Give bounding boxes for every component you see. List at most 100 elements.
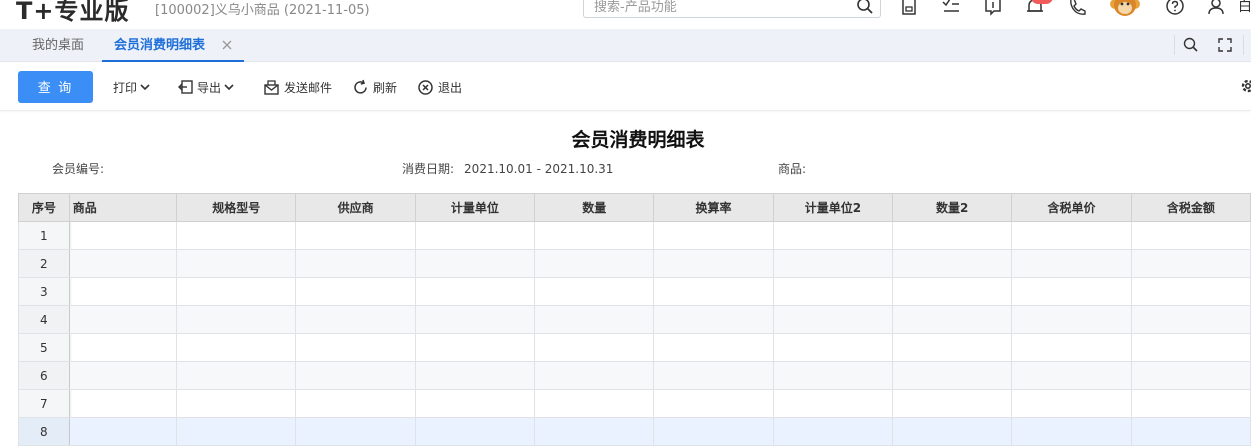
table-cell[interactable] (295, 221, 416, 250)
table-cell[interactable] (176, 361, 297, 390)
table-cell[interactable] (414, 333, 536, 362)
table-cell[interactable] (414, 249, 536, 278)
table-cell[interactable] (892, 249, 1013, 278)
table-cell[interactable] (68, 361, 178, 390)
table-cell[interactable] (653, 389, 774, 418)
table-cell[interactable] (1011, 277, 1132, 306)
column-header-index[interactable]: 序号 (18, 193, 70, 222)
table-cell[interactable] (534, 305, 655, 334)
table-cell[interactable] (892, 361, 1013, 390)
table-cell[interactable] (1130, 305, 1251, 334)
table-cell[interactable] (414, 361, 536, 390)
table-cell[interactable] (176, 305, 297, 334)
table-cell[interactable] (653, 249, 774, 278)
table-cell[interactable] (653, 221, 774, 250)
table-cell[interactable] (653, 333, 774, 362)
table-row[interactable]: 2 (18, 249, 1251, 278)
send-email-button[interactable]: 发送邮件 (263, 77, 332, 97)
table-cell[interactable] (68, 277, 178, 306)
table-cell[interactable] (295, 249, 416, 278)
table-cell[interactable] (1130, 389, 1251, 418)
table-cell[interactable] (414, 277, 536, 306)
table-cell[interactable] (1011, 249, 1132, 278)
table-cell[interactable] (534, 389, 655, 418)
table-cell[interactable] (534, 249, 655, 278)
table-cell[interactable] (1130, 417, 1251, 446)
table-cell[interactable] (295, 277, 416, 306)
export-button[interactable]: 导出 (178, 77, 235, 97)
column-header-goods[interactable]: 商品 (68, 193, 178, 222)
table-cell[interactable] (653, 361, 774, 390)
table-cell[interactable] (176, 221, 297, 250)
table-cell[interactable] (68, 249, 178, 278)
search-input[interactable] (592, 0, 846, 17)
table-row[interactable]: 4 (18, 305, 1251, 334)
table-cell[interactable] (534, 361, 655, 390)
table-cell[interactable] (772, 333, 894, 362)
table-cell[interactable] (414, 389, 536, 418)
table-cell[interactable] (772, 389, 894, 418)
table-cell[interactable] (1011, 221, 1132, 250)
table-cell[interactable] (1130, 333, 1251, 362)
table-cell[interactable] (1011, 417, 1132, 446)
checklist-icon[interactable] (940, 0, 962, 18)
table-cell[interactable] (1130, 277, 1251, 306)
table-cell[interactable] (892, 277, 1013, 306)
table-cell[interactable] (176, 333, 297, 362)
table-cell[interactable] (534, 333, 655, 362)
table-cell[interactable] (68, 417, 178, 446)
column-header-quantity2[interactable]: 数量2 (892, 193, 1013, 222)
save-icon[interactable] (898, 0, 920, 18)
table-cell[interactable] (892, 221, 1013, 250)
message-icon[interactable] (982, 0, 1004, 18)
table-cell[interactable] (176, 389, 297, 418)
table-cell[interactable] (772, 361, 894, 390)
gear-icon[interactable] (1238, 76, 1251, 96)
table-cell[interactable] (176, 417, 297, 446)
table-row[interactable]: 7 (18, 389, 1251, 418)
table-cell[interactable] (772, 249, 894, 278)
column-header-amount[interactable]: 含税金额 (1130, 193, 1251, 222)
table-cell[interactable] (295, 361, 416, 390)
avatar[interactable] (1109, 0, 1141, 20)
table-cell[interactable] (1011, 333, 1132, 362)
exit-button[interactable]: 退出 (417, 77, 462, 97)
table-cell[interactable] (414, 221, 536, 250)
table-cell[interactable] (653, 277, 774, 306)
table-cell[interactable] (772, 221, 894, 250)
table-cell[interactable] (772, 417, 894, 446)
column-header-quantity[interactable]: 数量 (534, 193, 655, 222)
table-row[interactable]: 6 (18, 361, 1251, 390)
table-cell[interactable] (1130, 249, 1251, 278)
table-cell[interactable] (892, 417, 1013, 446)
tab-member-consumption-detail[interactable]: 会员消费明细表 (102, 29, 244, 62)
table-cell[interactable] (295, 417, 416, 446)
table-cell[interactable] (68, 333, 178, 362)
column-header-unit-price[interactable]: 含税单价 (1011, 193, 1132, 222)
table-cell[interactable] (892, 305, 1013, 334)
table-cell[interactable] (414, 305, 536, 334)
table-row[interactable]: 5 (18, 333, 1251, 362)
search-icon[interactable] (1182, 36, 1200, 54)
table-row[interactable]: 1 (18, 221, 1251, 250)
table-cell[interactable] (653, 305, 774, 334)
table-cell[interactable] (68, 221, 178, 250)
user-name-fragment[interactable]: 白 (1238, 0, 1251, 16)
table-cell[interactable] (176, 249, 297, 278)
tab-my-desktop[interactable]: 我的桌面 (32, 29, 84, 61)
table-cell[interactable] (1011, 305, 1132, 334)
query-button[interactable]: 查 询 (18, 71, 93, 103)
table-cell[interactable] (772, 305, 894, 334)
column-header-unit[interactable]: 计量单位 (414, 193, 536, 222)
table-cell[interactable] (534, 221, 655, 250)
table-row[interactable]: 8 (18, 417, 1251, 446)
table-cell[interactable] (1130, 221, 1251, 250)
fullscreen-icon[interactable] (1216, 36, 1234, 54)
user-icon[interactable] (1205, 0, 1227, 18)
table-cell[interactable] (295, 333, 416, 362)
column-header-supplier[interactable]: 供应商 (295, 193, 416, 222)
table-cell[interactable] (295, 389, 416, 418)
table-cell[interactable] (772, 277, 894, 306)
table-cell[interactable] (414, 417, 536, 446)
table-cell[interactable] (653, 417, 774, 446)
